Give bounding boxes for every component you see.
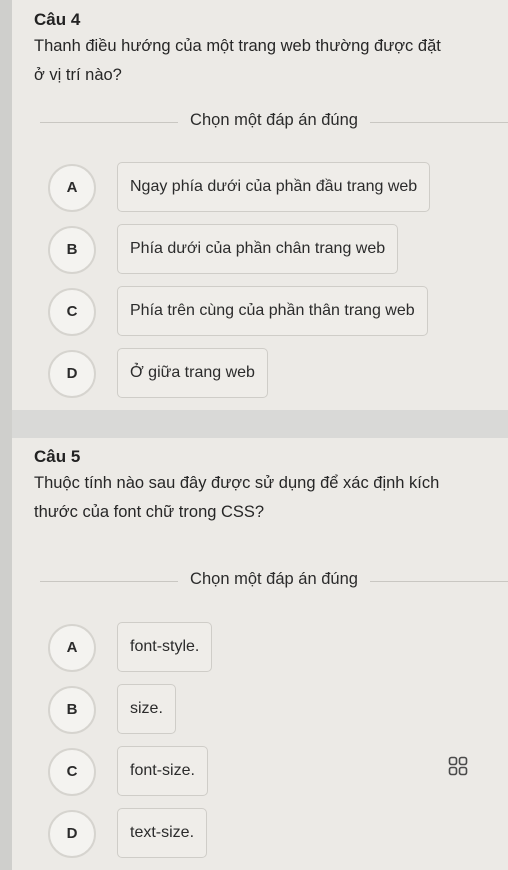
option-letter-badge[interactable]: A: [48, 624, 96, 672]
answer-instruction-divider: Chọn một đáp án đúng: [40, 570, 508, 592]
answer-instruction: Chọn một đáp án đúng: [178, 111, 370, 129]
option-letter-badge[interactable]: D: [48, 350, 96, 398]
question-title: Câu 4: [34, 10, 81, 29]
option-letter-badge[interactable]: B: [48, 226, 96, 274]
option-text[interactable]: Phía dưới của phần chân trang web: [117, 224, 399, 274]
question-card-5: Câu 5 Thuộc tính nào sau đây được sử dụn…: [12, 438, 508, 870]
option-text[interactable]: Phía trên cùng của phần thân trang web: [117, 286, 428, 336]
question-text: Thanh điều hướng của một trang web thườn…: [34, 32, 504, 90]
question-text-line: Thuộc tính nào sau đây được sử dụng để x…: [34, 474, 440, 492]
option-letter-badge[interactable]: D: [48, 810, 96, 858]
answer-instruction-divider: Chọn một đáp án đúng: [40, 111, 508, 133]
option-letter-badge[interactable]: B: [48, 686, 96, 734]
question-title: Câu 5: [34, 447, 81, 466]
question-text-line: ở vị trí nào?: [34, 66, 122, 84]
grid-icon[interactable]: [448, 756, 468, 776]
option-letter-badge[interactable]: C: [48, 288, 96, 336]
option-text[interactable]: size.: [117, 684, 176, 734]
option-text[interactable]: Ngay phía dưới của phần đầu trang web: [117, 162, 431, 212]
option-letter-badge[interactable]: A: [48, 164, 96, 212]
option-text[interactable]: font-style.: [117, 622, 213, 672]
question-text-line: Thanh điều hướng của một trang web thườn…: [34, 37, 441, 55]
question-text-line: thước của font chữ trong CSS?: [34, 503, 265, 521]
option-text[interactable]: text-size.: [117, 808, 208, 858]
answer-instruction: Chọn một đáp án đúng: [178, 570, 370, 588]
question-card-4: Câu 4 Thanh điều hướng của một trang web…: [12, 0, 508, 410]
page-left-edge: [0, 0, 12, 870]
option-letter-badge[interactable]: C: [48, 748, 96, 796]
option-text[interactable]: font-size.: [117, 746, 208, 796]
question-text: Thuộc tính nào sau đây được sử dụng để x…: [34, 469, 504, 527]
option-text[interactable]: Ở giữa trang web: [117, 348, 268, 398]
